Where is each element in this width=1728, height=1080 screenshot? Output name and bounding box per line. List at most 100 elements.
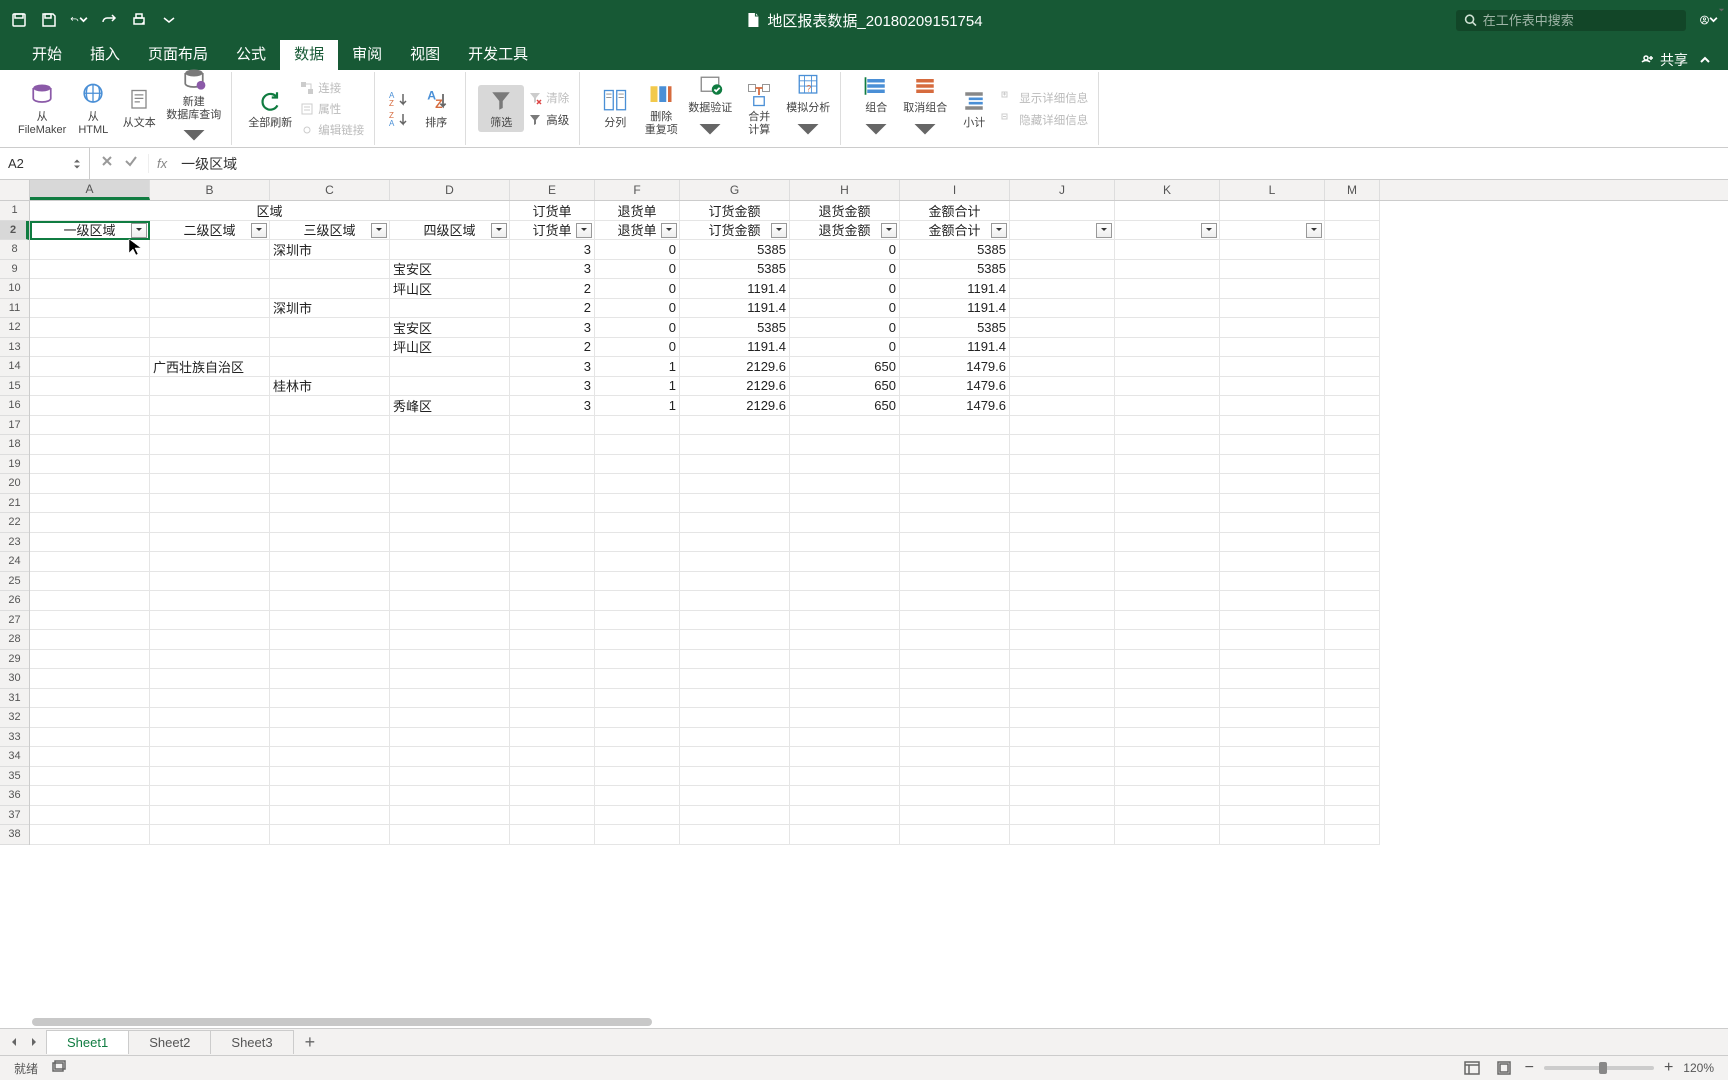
- col-header-A[interactable]: A: [30, 180, 150, 200]
- cell[interactable]: [150, 318, 270, 338]
- cell[interactable]: [1115, 513, 1220, 533]
- cell[interactable]: [900, 747, 1010, 767]
- cell[interactable]: 3: [510, 357, 595, 377]
- cell[interactable]: [30, 806, 150, 826]
- cell[interactable]: 0: [790, 240, 900, 260]
- filter-dropdown-icon[interactable]: [881, 223, 897, 238]
- sheet-tab[interactable]: Sheet3: [210, 1030, 293, 1054]
- cell[interactable]: 2129.6: [680, 357, 790, 377]
- cell[interactable]: [900, 689, 1010, 709]
- cell[interactable]: [1115, 474, 1220, 494]
- cell[interactable]: [900, 708, 1010, 728]
- cell[interactable]: [390, 786, 510, 806]
- cell[interactable]: 1191.4: [680, 299, 790, 319]
- cell[interactable]: [1220, 630, 1325, 650]
- cell[interactable]: 宝安区: [390, 260, 510, 280]
- header-cell[interactable]: 退货单: [595, 221, 680, 241]
- cell[interactable]: [680, 533, 790, 553]
- cell[interactable]: [1115, 689, 1220, 709]
- cell[interactable]: [390, 377, 510, 397]
- cell[interactable]: [1325, 279, 1380, 299]
- cell[interactable]: [1220, 591, 1325, 611]
- cell[interactable]: 订货金额: [680, 201, 790, 221]
- cell[interactable]: [900, 572, 1010, 592]
- cell[interactable]: 1191.4: [900, 279, 1010, 299]
- cell[interactable]: [30, 396, 150, 416]
- row-header[interactable]: 11: [0, 299, 29, 319]
- cell[interactable]: 退货单: [595, 201, 680, 221]
- cell[interactable]: [1220, 396, 1325, 416]
- cell[interactable]: [595, 708, 680, 728]
- cell[interactable]: 2: [510, 279, 595, 299]
- cell[interactable]: [1325, 825, 1380, 845]
- expand-formula-bar-icon[interactable]: [1717, 2, 1726, 20]
- cell[interactable]: [1010, 708, 1115, 728]
- cell[interactable]: 1191.4: [900, 338, 1010, 358]
- cell[interactable]: [30, 338, 150, 358]
- filter-dropdown-icon[interactable]: [1201, 223, 1217, 238]
- cell[interactable]: [1115, 747, 1220, 767]
- cell[interactable]: [30, 455, 150, 475]
- cell[interactable]: [1325, 338, 1380, 358]
- cell[interactable]: [30, 377, 150, 397]
- cell[interactable]: [150, 611, 270, 631]
- cell[interactable]: [900, 435, 1010, 455]
- cell[interactable]: [900, 533, 1010, 553]
- cell[interactable]: [270, 533, 390, 553]
- cell[interactable]: [1010, 416, 1115, 436]
- cell[interactable]: [1220, 318, 1325, 338]
- cell[interactable]: [270, 474, 390, 494]
- header-cell[interactable]: 二级区域: [150, 221, 270, 241]
- cell[interactable]: 3: [510, 318, 595, 338]
- cell[interactable]: [1220, 689, 1325, 709]
- cell[interactable]: [510, 572, 595, 592]
- cell[interactable]: [150, 767, 270, 787]
- cell[interactable]: [510, 533, 595, 553]
- header-cell[interactable]: 订货金额: [680, 221, 790, 241]
- cell[interactable]: [680, 806, 790, 826]
- cell[interactable]: [150, 435, 270, 455]
- cell[interactable]: [900, 513, 1010, 533]
- cell[interactable]: [510, 669, 595, 689]
- tab-developer[interactable]: 开发工具: [454, 37, 542, 70]
- filter-dropdown-icon[interactable]: [371, 223, 387, 238]
- cell[interactable]: [30, 689, 150, 709]
- cell[interactable]: [390, 806, 510, 826]
- cell[interactable]: [1115, 338, 1220, 358]
- cell[interactable]: 1: [595, 377, 680, 397]
- cell[interactable]: [1010, 572, 1115, 592]
- cell[interactable]: [1115, 650, 1220, 670]
- cell[interactable]: [1220, 474, 1325, 494]
- cell[interactable]: [270, 513, 390, 533]
- cell[interactable]: [680, 611, 790, 631]
- cell[interactable]: [1010, 806, 1115, 826]
- cell[interactable]: [150, 513, 270, 533]
- cell[interactable]: [1010, 786, 1115, 806]
- cell[interactable]: [30, 708, 150, 728]
- header-cell[interactable]: 三级区域: [270, 221, 390, 241]
- cell[interactable]: 1: [595, 396, 680, 416]
- cell[interactable]: [30, 240, 150, 260]
- cell[interactable]: [510, 416, 595, 436]
- cell[interactable]: [595, 650, 680, 670]
- cell[interactable]: [390, 591, 510, 611]
- row-header[interactable]: 23: [0, 533, 29, 553]
- cell[interactable]: [900, 455, 1010, 475]
- cell[interactable]: [510, 513, 595, 533]
- cell[interactable]: [1115, 630, 1220, 650]
- fx-label[interactable]: fx: [149, 156, 175, 171]
- cell[interactable]: [1325, 767, 1380, 787]
- cell[interactable]: [1010, 689, 1115, 709]
- cell[interactable]: [390, 552, 510, 572]
- cell[interactable]: 秀峰区: [390, 396, 510, 416]
- cell[interactable]: [30, 552, 150, 572]
- spreadsheet-grid[interactable]: ABCDEFGHIJKLM 12891011121314151617181920…: [0, 180, 1728, 1028]
- cell[interactable]: [390, 767, 510, 787]
- refresh-all-button[interactable]: 全部刷新: [244, 85, 296, 132]
- qat-more-icon[interactable]: [160, 11, 178, 29]
- cell[interactable]: [30, 611, 150, 631]
- cell[interactable]: [1010, 299, 1115, 319]
- filter-dropdown-icon[interactable]: [576, 223, 592, 238]
- cell[interactable]: [30, 747, 150, 767]
- cell[interactable]: [595, 689, 680, 709]
